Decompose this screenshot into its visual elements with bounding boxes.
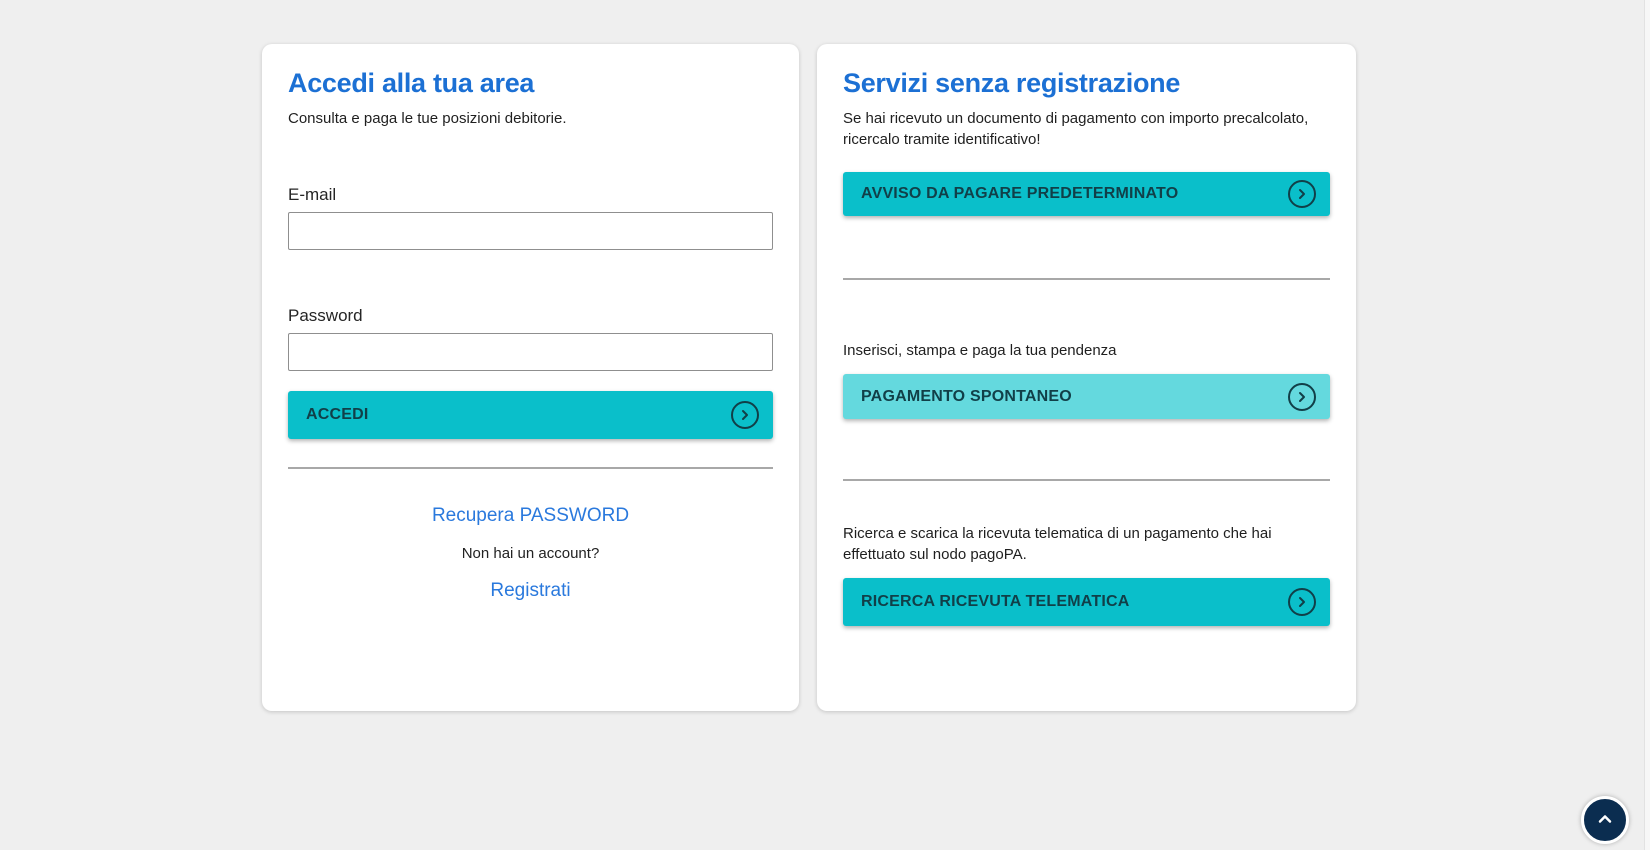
- avviso-predeterminato-button[interactable]: AVVISO DA PAGARE PREDETERMINATO: [843, 172, 1330, 216]
- email-label: E-mail: [288, 185, 773, 205]
- login-card: Accedi alla tua area Consulta e paga le …: [262, 44, 799, 711]
- avviso-description: Se hai ricevuto un documento di pagament…: [843, 108, 1330, 150]
- password-label: Password: [288, 306, 773, 326]
- password-input[interactable]: [288, 333, 773, 371]
- services-divider-2: [843, 479, 1330, 481]
- services-card-title: Servizi senza registrazione: [843, 68, 1330, 99]
- ricerca-ricevuta-button[interactable]: RICERCA RICEVUTA TELEMATICA: [843, 578, 1330, 626]
- register-link[interactable]: Registrati: [490, 580, 570, 602]
- avviso-button-label: AVVISO DA PAGARE PREDETERMINATO: [861, 185, 1178, 203]
- scrollbar-track[interactable]: [1644, 0, 1650, 850]
- chevron-right-icon: [731, 401, 759, 429]
- login-card-subtitle: Consulta e paga le tue posizioni debitor…: [288, 108, 773, 129]
- accedi-button-label: ACCEDI: [306, 406, 369, 424]
- ricevuta-button-label: RICERCA RICEVUTA TELEMATICA: [861, 593, 1130, 611]
- ricevuta-description: Ricerca e scarica la ricevuta telematica…: [843, 523, 1330, 565]
- recover-password-link[interactable]: Recupera PASSWORD: [432, 505, 629, 527]
- accedi-button[interactable]: ACCEDI: [288, 391, 773, 439]
- spontaneo-button-label: PAGAMENTO SPONTANEO: [861, 388, 1072, 406]
- login-links: Recupera PASSWORD Non hai un account? Re…: [288, 469, 773, 602]
- pagamento-spontaneo-button[interactable]: PAGAMENTO SPONTANEO: [843, 374, 1330, 419]
- chevron-right-icon: [1288, 180, 1316, 208]
- chevron-right-icon: [1288, 383, 1316, 411]
- services-card: Servizi senza registrazione Se hai ricev…: [817, 44, 1356, 711]
- chevron-right-icon: [1288, 588, 1316, 616]
- no-account-text: Non hai un account?: [288, 545, 773, 562]
- services-divider-1: [843, 278, 1330, 280]
- login-card-title: Accedi alla tua area: [288, 68, 773, 99]
- chevron-up-icon: [1595, 809, 1615, 832]
- email-input[interactable]: [288, 212, 773, 250]
- spontaneo-description: Inserisci, stampa e paga la tua pendenza: [843, 340, 1330, 361]
- scroll-to-top-button[interactable]: [1581, 796, 1629, 844]
